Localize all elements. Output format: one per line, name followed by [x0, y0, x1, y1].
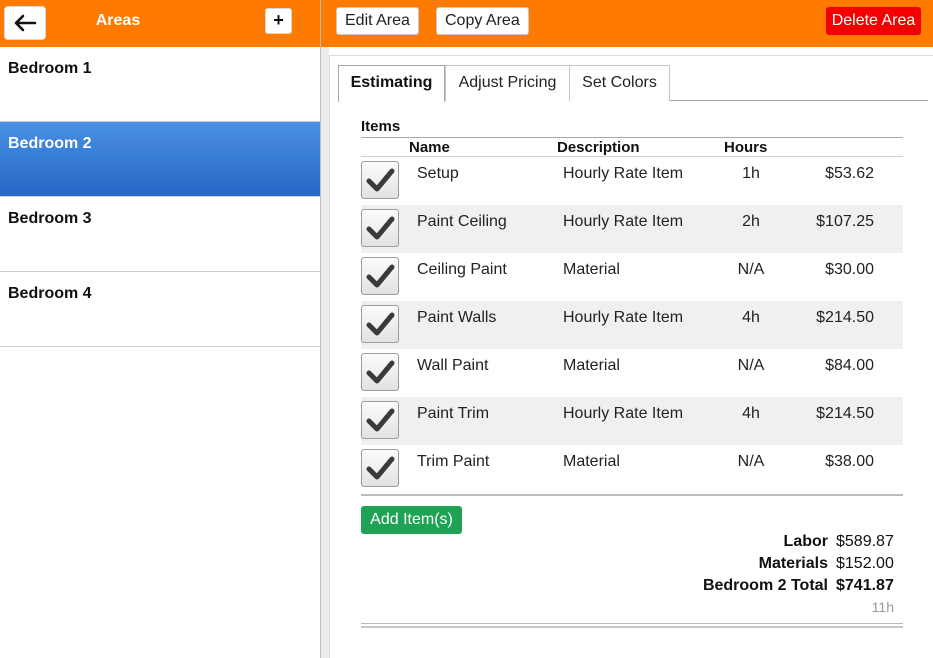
item-price: $84.00	[825, 357, 874, 374]
copy-area-button[interactable]: Copy Area	[436, 7, 529, 35]
checkmark-icon	[366, 168, 395, 192]
item-hours: N/A	[737, 453, 765, 470]
item-description: Hourly Rate Item	[563, 309, 684, 326]
item-checkbox[interactable]	[361, 209, 399, 247]
item-checkbox[interactable]	[361, 353, 399, 391]
labor-label: Labor	[783, 533, 828, 550]
materials-value: $152.00	[836, 555, 894, 572]
edit-area-button[interactable]: Edit Area	[336, 7, 419, 35]
item-name: Paint Walls	[417, 309, 497, 326]
item-description: Material	[563, 357, 620, 374]
table-row: Wall Paint Material N/A $84.00	[361, 349, 903, 397]
areas-title: Areas	[95, 12, 141, 29]
item-description: Material	[563, 261, 620, 278]
item-price: $38.00	[825, 453, 874, 470]
column-header-hours: Hours	[724, 139, 768, 156]
item-checkbox[interactable]	[361, 401, 399, 439]
item-hours: 1h	[742, 165, 760, 182]
item-name: Wall Paint	[417, 357, 489, 374]
item-hours: N/A	[737, 357, 765, 374]
total-hours: 11h	[871, 599, 894, 615]
footer-divider	[361, 626, 903, 628]
area-item[interactable]: Bedroom 1	[0, 47, 320, 122]
checkmark-icon	[366, 408, 395, 432]
area-item[interactable]: Bedroom 4	[0, 272, 320, 347]
checkmark-icon	[366, 264, 395, 288]
item-price: $53.62	[825, 165, 874, 182]
item-checkbox[interactable]	[361, 305, 399, 343]
table-row: Setup Hourly Rate Item 1h $53.62	[361, 157, 903, 205]
delete-area-button[interactable]: Delete Area	[826, 7, 921, 35]
items-table-body: Setup Hourly Rate Item 1h $53.62 Paint Ceili…	[361, 157, 903, 493]
panel-gutter	[321, 47, 329, 658]
tab-estimating[interactable]: Estimating	[338, 65, 445, 102]
checkmark-icon	[366, 312, 395, 336]
items-heading: Items	[361, 118, 401, 135]
area-toolbar: Edit Area Copy Area Delete Area	[321, 0, 933, 47]
item-hours: N/A	[737, 261, 765, 278]
materials-label: Materials	[758, 555, 828, 572]
item-checkbox[interactable]	[361, 449, 399, 487]
add-items-button[interactable]: Add Item(s)	[361, 506, 462, 534]
table-row: Paint Walls Hourly Rate Item 4h $214.50	[361, 301, 903, 349]
tab-adjust-pricing[interactable]: Adjust Pricing	[445, 65, 570, 101]
area-content: Estimating Adjust Pricing Set Colors Ite…	[329, 55, 933, 658]
area-list: Bedroom 1 Bedroom 2 Bedroom 3 Bedroom 4	[0, 47, 320, 347]
checkmark-icon	[366, 456, 395, 480]
item-name: Paint Ceiling	[417, 213, 507, 230]
footer-divider	[361, 623, 903, 624]
totals-summary: Labor $589.87 Materials $152.00 Bedroom …	[580, 533, 894, 621]
column-header-description: Description	[557, 139, 640, 156]
item-price: $30.00	[825, 261, 874, 278]
item-price: $214.50	[816, 405, 874, 422]
add-area-button[interactable]: +	[265, 8, 292, 34]
item-checkbox[interactable]	[361, 161, 399, 199]
item-name: Ceiling Paint	[417, 261, 507, 278]
area-item[interactable]: Bedroom 3	[0, 197, 320, 272]
checkmark-icon	[366, 216, 395, 240]
item-name: Paint Trim	[417, 405, 490, 422]
item-price: $214.50	[816, 309, 874, 326]
table-row: Paint Ceiling Hourly Rate Item 2h $107.25	[361, 205, 903, 253]
items-divider	[361, 494, 903, 496]
item-name: Trim Paint	[417, 453, 490, 470]
table-row: Paint Trim Hourly Rate Item 4h $214.50	[361, 397, 903, 445]
item-hours: 2h	[742, 213, 760, 230]
item-description: Hourly Rate Item	[563, 405, 684, 422]
table-row: Trim Paint Material N/A $38.00	[361, 445, 903, 493]
table-row: Ceiling Paint Material N/A $30.00	[361, 253, 903, 301]
area-item-selected[interactable]: Bedroom 2	[0, 122, 320, 197]
checkmark-icon	[366, 360, 395, 384]
area-total-value: $741.87	[836, 577, 894, 594]
areas-panel: Areas + Bedroom 1 Bedroom 2 Bedroom 3 Be…	[0, 0, 320, 658]
item-description: Material	[563, 453, 620, 470]
arrow-left-icon	[14, 14, 37, 32]
item-price: $107.25	[816, 213, 874, 230]
item-checkbox[interactable]	[361, 257, 399, 295]
column-header-name: Name	[409, 139, 450, 156]
area-total-label: Bedroom 2 Total	[702, 577, 828, 594]
item-description: Hourly Rate Item	[563, 213, 684, 230]
tab-set-colors[interactable]: Set Colors	[569, 65, 670, 101]
items-table-header: Name Description Hours	[361, 137, 903, 157]
back-button[interactable]	[4, 6, 46, 40]
item-description: Hourly Rate Item	[563, 165, 684, 182]
tab-bar: Estimating Adjust Pricing Set Colors	[338, 65, 928, 102]
labor-value: $589.87	[836, 533, 894, 550]
item-hours: 4h	[742, 405, 760, 422]
areas-header: Areas +	[0, 0, 320, 47]
item-name: Setup	[417, 165, 459, 182]
item-hours: 4h	[742, 309, 760, 326]
